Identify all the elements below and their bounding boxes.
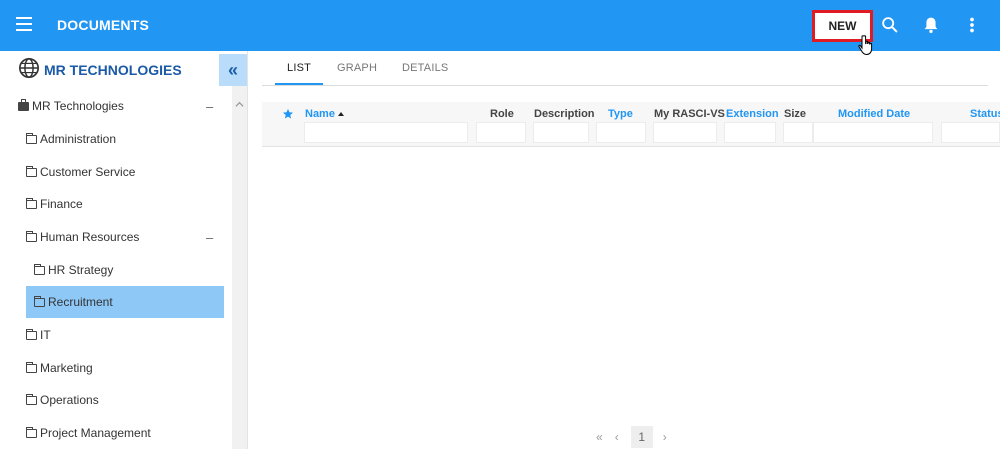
column-header-modified-date[interactable]: Modified Date — [838, 108, 910, 120]
column-header-role[interactable]: Role — [490, 108, 514, 120]
tree-item-recruitment[interactable]: Recruitment — [26, 286, 224, 318]
prev-page-button[interactable]: ‹ — [615, 430, 619, 444]
tree-item-customer-service[interactable]: Customer Service — [0, 156, 232, 188]
tree-item-label: Operations — [40, 393, 99, 407]
sort-asc-icon — [337, 112, 344, 117]
org-title: MR TECHNOLOGIES — [44, 62, 182, 78]
collapse-node-icon[interactable]: – — [206, 99, 213, 114]
next-page-button[interactable]: › — [663, 430, 667, 444]
filter-input-extension[interactable] — [724, 122, 776, 143]
tree-item-project-management[interactable]: Project Management — [0, 417, 232, 449]
folder-icon — [26, 197, 37, 209]
column-header-status[interactable]: Status — [970, 108, 1000, 120]
folder-icon — [34, 295, 45, 307]
tab-graph[interactable]: GRAPH — [337, 62, 377, 74]
column-header-type[interactable]: Type — [608, 108, 633, 120]
more-vert-icon[interactable] — [961, 14, 983, 36]
tree-item-marketing[interactable]: Marketing — [0, 352, 232, 384]
folder-icon — [26, 328, 37, 340]
filter-input-my-rasci-vs[interactable] — [653, 122, 717, 143]
view-tabs: LIST GRAPH DETAILS — [262, 51, 988, 86]
filter-input-modified-date[interactable] — [813, 122, 933, 143]
column-label: Name — [305, 108, 335, 120]
chevron-up-icon[interactable] — [235, 100, 244, 109]
filter-input-name[interactable] — [304, 122, 468, 143]
tree-item-label: Recruitment — [48, 295, 113, 309]
folder-icon — [26, 361, 37, 373]
star-icon[interactable] — [282, 108, 294, 120]
tree-item-mr-technologies[interactable]: MR Technologies – — [0, 90, 232, 122]
pagination: « ‹ 1 › — [596, 426, 679, 448]
top-app-bar: DOCUMENTS NEW — [0, 0, 1000, 56]
tree-item-label: HR Strategy — [48, 263, 114, 277]
filter-input-size[interactable] — [783, 122, 813, 143]
filter-input-description[interactable] — [533, 122, 589, 143]
tree-item-label: MR Technologies — [32, 99, 124, 113]
folder-icon — [26, 165, 37, 177]
column-header-extension[interactable]: Extension — [726, 108, 779, 120]
tree-item-label: Administration — [40, 132, 117, 146]
filter-input-type[interactable] — [596, 122, 646, 143]
folder-icon — [26, 230, 37, 242]
tree-item-label: Project Management — [40, 426, 151, 440]
folder-icon — [34, 263, 45, 275]
folder-icon — [26, 132, 37, 144]
globe-icon — [19, 58, 39, 78]
filter-input-status[interactable] — [941, 122, 1000, 143]
briefcase-icon — [18, 98, 29, 111]
tree-item-label: Customer Service — [40, 165, 136, 179]
column-header-name[interactable]: Name — [305, 108, 344, 120]
tree-item-it[interactable]: IT — [0, 319, 232, 351]
menu-icon[interactable] — [16, 17, 32, 31]
tree-item-label: Marketing — [40, 361, 93, 375]
tab-details[interactable]: DETAILS — [402, 62, 448, 74]
tree-item-hr-strategy[interactable]: HR Strategy — [0, 254, 232, 286]
org-header: MR TECHNOLOGIES — [0, 51, 218, 86]
filter-input-role[interactable] — [476, 122, 526, 143]
page-title: DOCUMENTS — [57, 17, 150, 33]
page-number[interactable]: 1 — [630, 426, 653, 448]
folder-icon — [26, 393, 37, 405]
tree-item-operations[interactable]: Operations — [0, 384, 232, 416]
tab-list[interactable]: LIST — [287, 62, 311, 74]
column-header-description[interactable]: Description — [534, 108, 595, 120]
sidebar: MR TECHNOLOGIES « MR Technologies – Admi… — [0, 51, 248, 449]
bell-icon[interactable] — [920, 14, 942, 36]
column-header-size[interactable]: Size — [784, 108, 806, 120]
tree-item-administration[interactable]: Administration — [0, 123, 232, 155]
column-header-my-rasci-vs[interactable]: My RASCI-VS — [654, 108, 725, 120]
tree-item-label: IT — [40, 328, 51, 342]
collapse-node-icon[interactable]: – — [206, 230, 213, 245]
search-icon[interactable] — [879, 14, 901, 36]
tree-item-human-resources[interactable]: Human Resources – — [0, 221, 232, 253]
tree-item-finance[interactable]: Finance — [0, 188, 232, 220]
tree-item-label: Human Resources — [40, 230, 140, 244]
collapse-sidebar-button[interactable]: « — [219, 54, 247, 86]
active-tab-indicator — [275, 83, 323, 85]
folder-icon — [26, 426, 37, 438]
first-page-button[interactable]: « — [596, 430, 603, 444]
tree-item-label: Finance — [40, 197, 83, 211]
documents-table-header: Name Role Description Type My RASCI-VS E… — [262, 102, 1000, 147]
sidebar-scrollbar[interactable] — [232, 86, 247, 449]
